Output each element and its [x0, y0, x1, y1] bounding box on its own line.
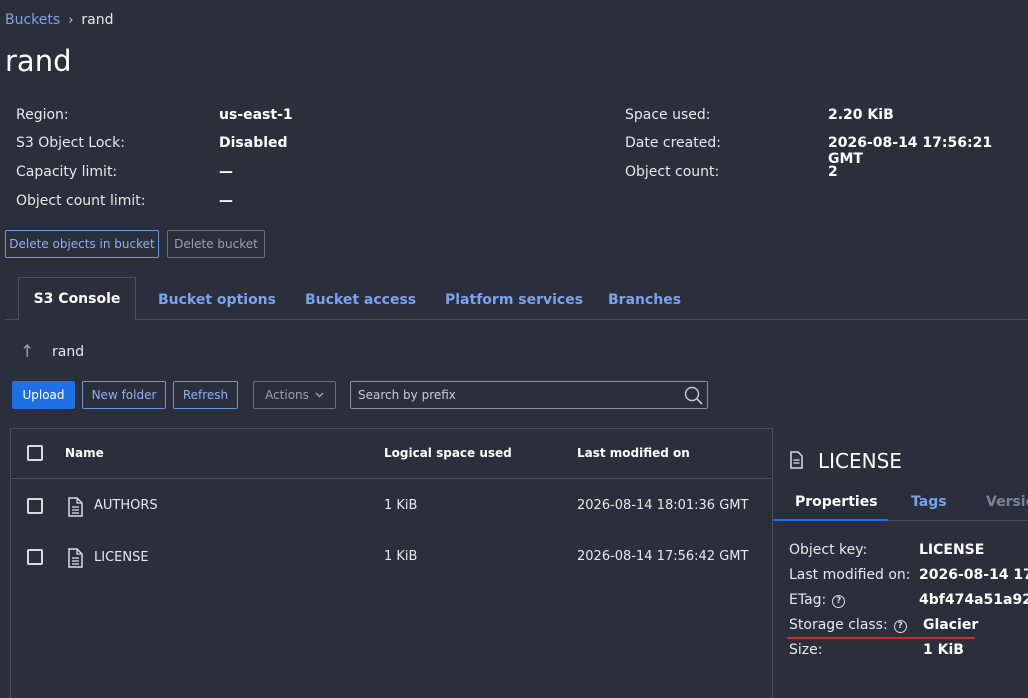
details-tab-versions[interactable]: Versio — [986, 494, 1028, 510]
tab-bucket-access[interactable]: Bucket access — [305, 292, 416, 308]
region-value: us-east-1 — [219, 107, 293, 123]
object-count-label: Object count: — [625, 164, 720, 180]
object-name-link[interactable]: LICENSE — [94, 550, 149, 565]
etag-label: ETag:? — [789, 592, 846, 608]
chevron-right-icon: › — [68, 12, 74, 28]
object-key-label: Object key: — [789, 542, 868, 558]
actions-dropdown[interactable]: Actions — [253, 381, 336, 409]
help-icon[interactable]: ? — [832, 595, 846, 608]
last-modified-label: Last modified on: — [789, 567, 911, 583]
tab-bucket-options[interactable]: Bucket options — [158, 292, 276, 308]
etag-value: 4bf474a51a92b4 — [919, 592, 1028, 608]
search-input[interactable] — [351, 382, 671, 408]
region-label: Region: — [16, 107, 69, 123]
file-icon — [789, 451, 804, 473]
table-header-divider — [10, 478, 772, 479]
current-path: rand — [52, 344, 85, 360]
column-header-modified[interactable]: Last modified on — [577, 446, 690, 460]
tabs-divider — [5, 319, 1028, 320]
tab-branches[interactable]: Branches — [608, 292, 681, 308]
row-checkbox[interactable] — [27, 498, 43, 514]
size-value: 1 KiB — [923, 642, 964, 658]
refresh-button[interactable]: Refresh — [173, 381, 238, 409]
capacity-limit-value: — — [219, 164, 233, 180]
help-icon[interactable]: ? — [893, 620, 907, 633]
details-tabs-divider — [888, 520, 1028, 521]
delete-objects-button[interactable]: Delete objects in bucket — [5, 230, 159, 258]
upload-button[interactable]: Upload — [12, 381, 75, 409]
file-icon — [67, 497, 84, 521]
capacity-limit-label: Capacity limit: — [16, 164, 118, 180]
storage-class-label-text: Storage class: — [789, 617, 888, 633]
details-tab-tags[interactable]: Tags — [911, 494, 947, 510]
page-title: rand — [5, 44, 72, 78]
column-header-size[interactable]: Logical space used — [384, 446, 512, 460]
date-created-value: 2026-08-14 17:56:21 GMT — [828, 135, 993, 167]
chevron-down-icon — [315, 392, 324, 398]
breadcrumb-buckets-link[interactable]: Buckets — [5, 12, 60, 28]
object-lock-label: S3 Object Lock: — [16, 135, 125, 151]
object-count-limit-value: — — [219, 193, 233, 209]
object-size: 1 KiB — [384, 549, 418, 564]
object-name-link[interactable]: AUTHORS — [94, 498, 158, 513]
delete-bucket-button[interactable]: Delete bucket — [167, 230, 265, 258]
column-header-name[interactable]: Name — [65, 446, 104, 460]
breadcrumb-current: rand — [81, 12, 114, 28]
breadcrumb: Buckets › rand — [5, 12, 114, 28]
select-all-checkbox[interactable] — [27, 445, 43, 461]
new-folder-button[interactable]: New folder — [82, 381, 166, 409]
last-modified-value: 2026-08-14 17:5 — [919, 567, 1028, 583]
storage-class-label: Storage class:? — [789, 617, 907, 633]
object-modified: 2026-08-14 18:01:36 GMT — [577, 498, 749, 513]
storage-class-value: Glacier — [923, 617, 979, 633]
object-modified: 2026-08-14 17:56:42 GMT — [577, 549, 749, 564]
search-box — [350, 381, 708, 409]
row-checkbox[interactable] — [27, 549, 43, 565]
details-tab-properties[interactable]: Properties — [795, 494, 878, 510]
arrow-up-icon[interactable]: ↑ — [20, 342, 34, 362]
object-lock-value: Disabled — [219, 135, 288, 151]
file-icon — [67, 548, 84, 572]
space-used-label: Space used: — [625, 107, 711, 123]
etag-label-text: ETag: — [789, 592, 827, 608]
storage-class-highlight — [787, 637, 975, 639]
tab-s3-console[interactable]: S3 Console — [18, 277, 136, 320]
object-size: 1 KiB — [384, 498, 418, 513]
object-key-value: LICENSE — [919, 542, 985, 558]
object-count-value: 2 — [828, 164, 838, 180]
object-count-limit-label: Object count limit: — [16, 193, 146, 209]
details-title: LICENSE — [818, 449, 902, 473]
size-label: Size: — [789, 642, 823, 658]
tab-platform-services[interactable]: Platform services — [445, 292, 583, 308]
actions-dropdown-label: Actions — [265, 388, 309, 402]
active-tab-indicator — [773, 519, 888, 521]
search-icon[interactable] — [683, 385, 705, 411]
date-created-label: Date created: — [625, 135, 721, 151]
space-used-value: 2.20 KiB — [828, 107, 894, 123]
